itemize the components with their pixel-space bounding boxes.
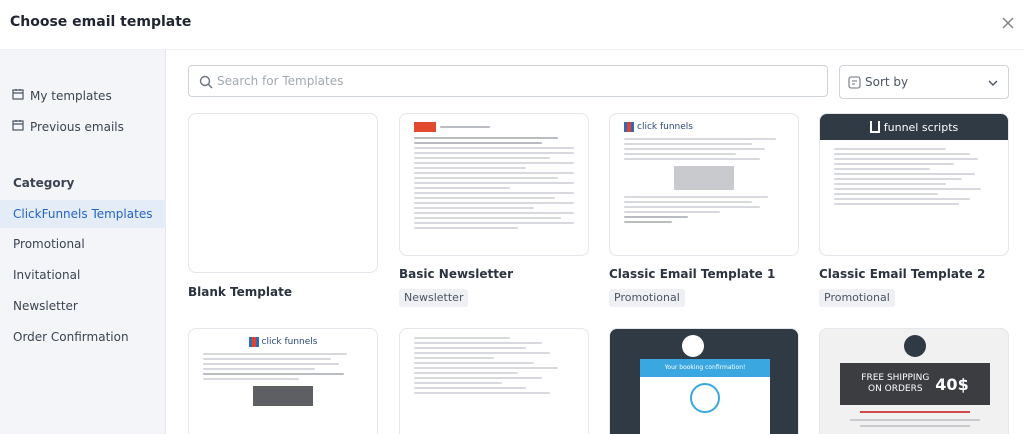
sort-label: Sort by (865, 75, 909, 89)
sidebar: My templates Previous emails Category Cl… (0, 50, 166, 434)
category-heading: Category (13, 176, 75, 190)
template-card-classic-1[interactable]: click funnels (609, 113, 799, 256)
sidebar-item-previous-emails[interactable]: Previous emails (12, 119, 124, 134)
category-order-confirmation[interactable]: Order Confirmation (0, 323, 166, 351)
template-tag: Promotional (609, 289, 685, 307)
free-shipping-banner: FREE SHIPPING ON ORDERS 40$ (840, 363, 990, 405)
template-card-booking[interactable]: Your booking confirmation! (609, 328, 799, 434)
newsletter-preview (414, 122, 574, 232)
close-icon[interactable] (1000, 15, 1016, 31)
template-name: Classic Email Template 1 (609, 267, 776, 281)
sidebar-item-my-templates[interactable]: My templates (12, 88, 112, 103)
template-card-basic-newsletter[interactable] (399, 113, 589, 256)
search-input[interactable] (217, 71, 817, 91)
classic-1-preview: click funnels (624, 122, 784, 226)
category-newsletter[interactable]: Newsletter (0, 292, 166, 320)
clickfunnels-logo: click funnels (624, 122, 784, 132)
search-box[interactable] (188, 65, 828, 97)
template-card-free-shipping[interactable]: FREE SHIPPING ON ORDERS 40$ (819, 328, 1009, 434)
cocktail-icon (690, 383, 720, 413)
template-gallery: Sort by Blank Template Basic Newsletter … (167, 50, 1024, 434)
calendar-icon (12, 119, 24, 134)
card-preview (414, 337, 574, 397)
template-card[interactable] (399, 328, 589, 434)
booking-preview: Your booking confirmation! (640, 359, 770, 434)
card-preview: click funnels (203, 337, 363, 406)
calendar-icon (12, 88, 24, 103)
sidebar-item-label: Previous emails (30, 119, 124, 134)
template-card[interactable]: click funnels (188, 328, 378, 434)
template-name: Basic Newsletter (399, 267, 513, 281)
brand-logo (682, 335, 704, 357)
brand-logo (904, 335, 926, 357)
category-clickfunnels-templates[interactable]: ClickFunnels Templates (0, 200, 166, 228)
template-name: Classic Email Template 2 (819, 267, 986, 281)
dialog-title: Choose email template (10, 14, 192, 30)
sidebar-item-label: My templates (30, 88, 112, 103)
template-card-classic-2[interactable]: funnel scripts (819, 113, 1009, 256)
funnel-scripts-banner: funnel scripts (820, 114, 1008, 140)
template-tag: Promotional (819, 289, 895, 307)
dialog-header: Choose email template (0, 0, 1024, 50)
template-tag: Newsletter (399, 289, 469, 307)
image-placeholder (674, 166, 734, 190)
sort-dropdown[interactable]: Sort by (839, 65, 1009, 99)
template-card-blank[interactable] (188, 113, 378, 273)
classic-2-preview (834, 148, 994, 208)
category-promotional[interactable]: Promotional (0, 230, 166, 258)
template-name: Blank Template (188, 285, 292, 299)
category-invitational[interactable]: Invitational (0, 261, 166, 289)
